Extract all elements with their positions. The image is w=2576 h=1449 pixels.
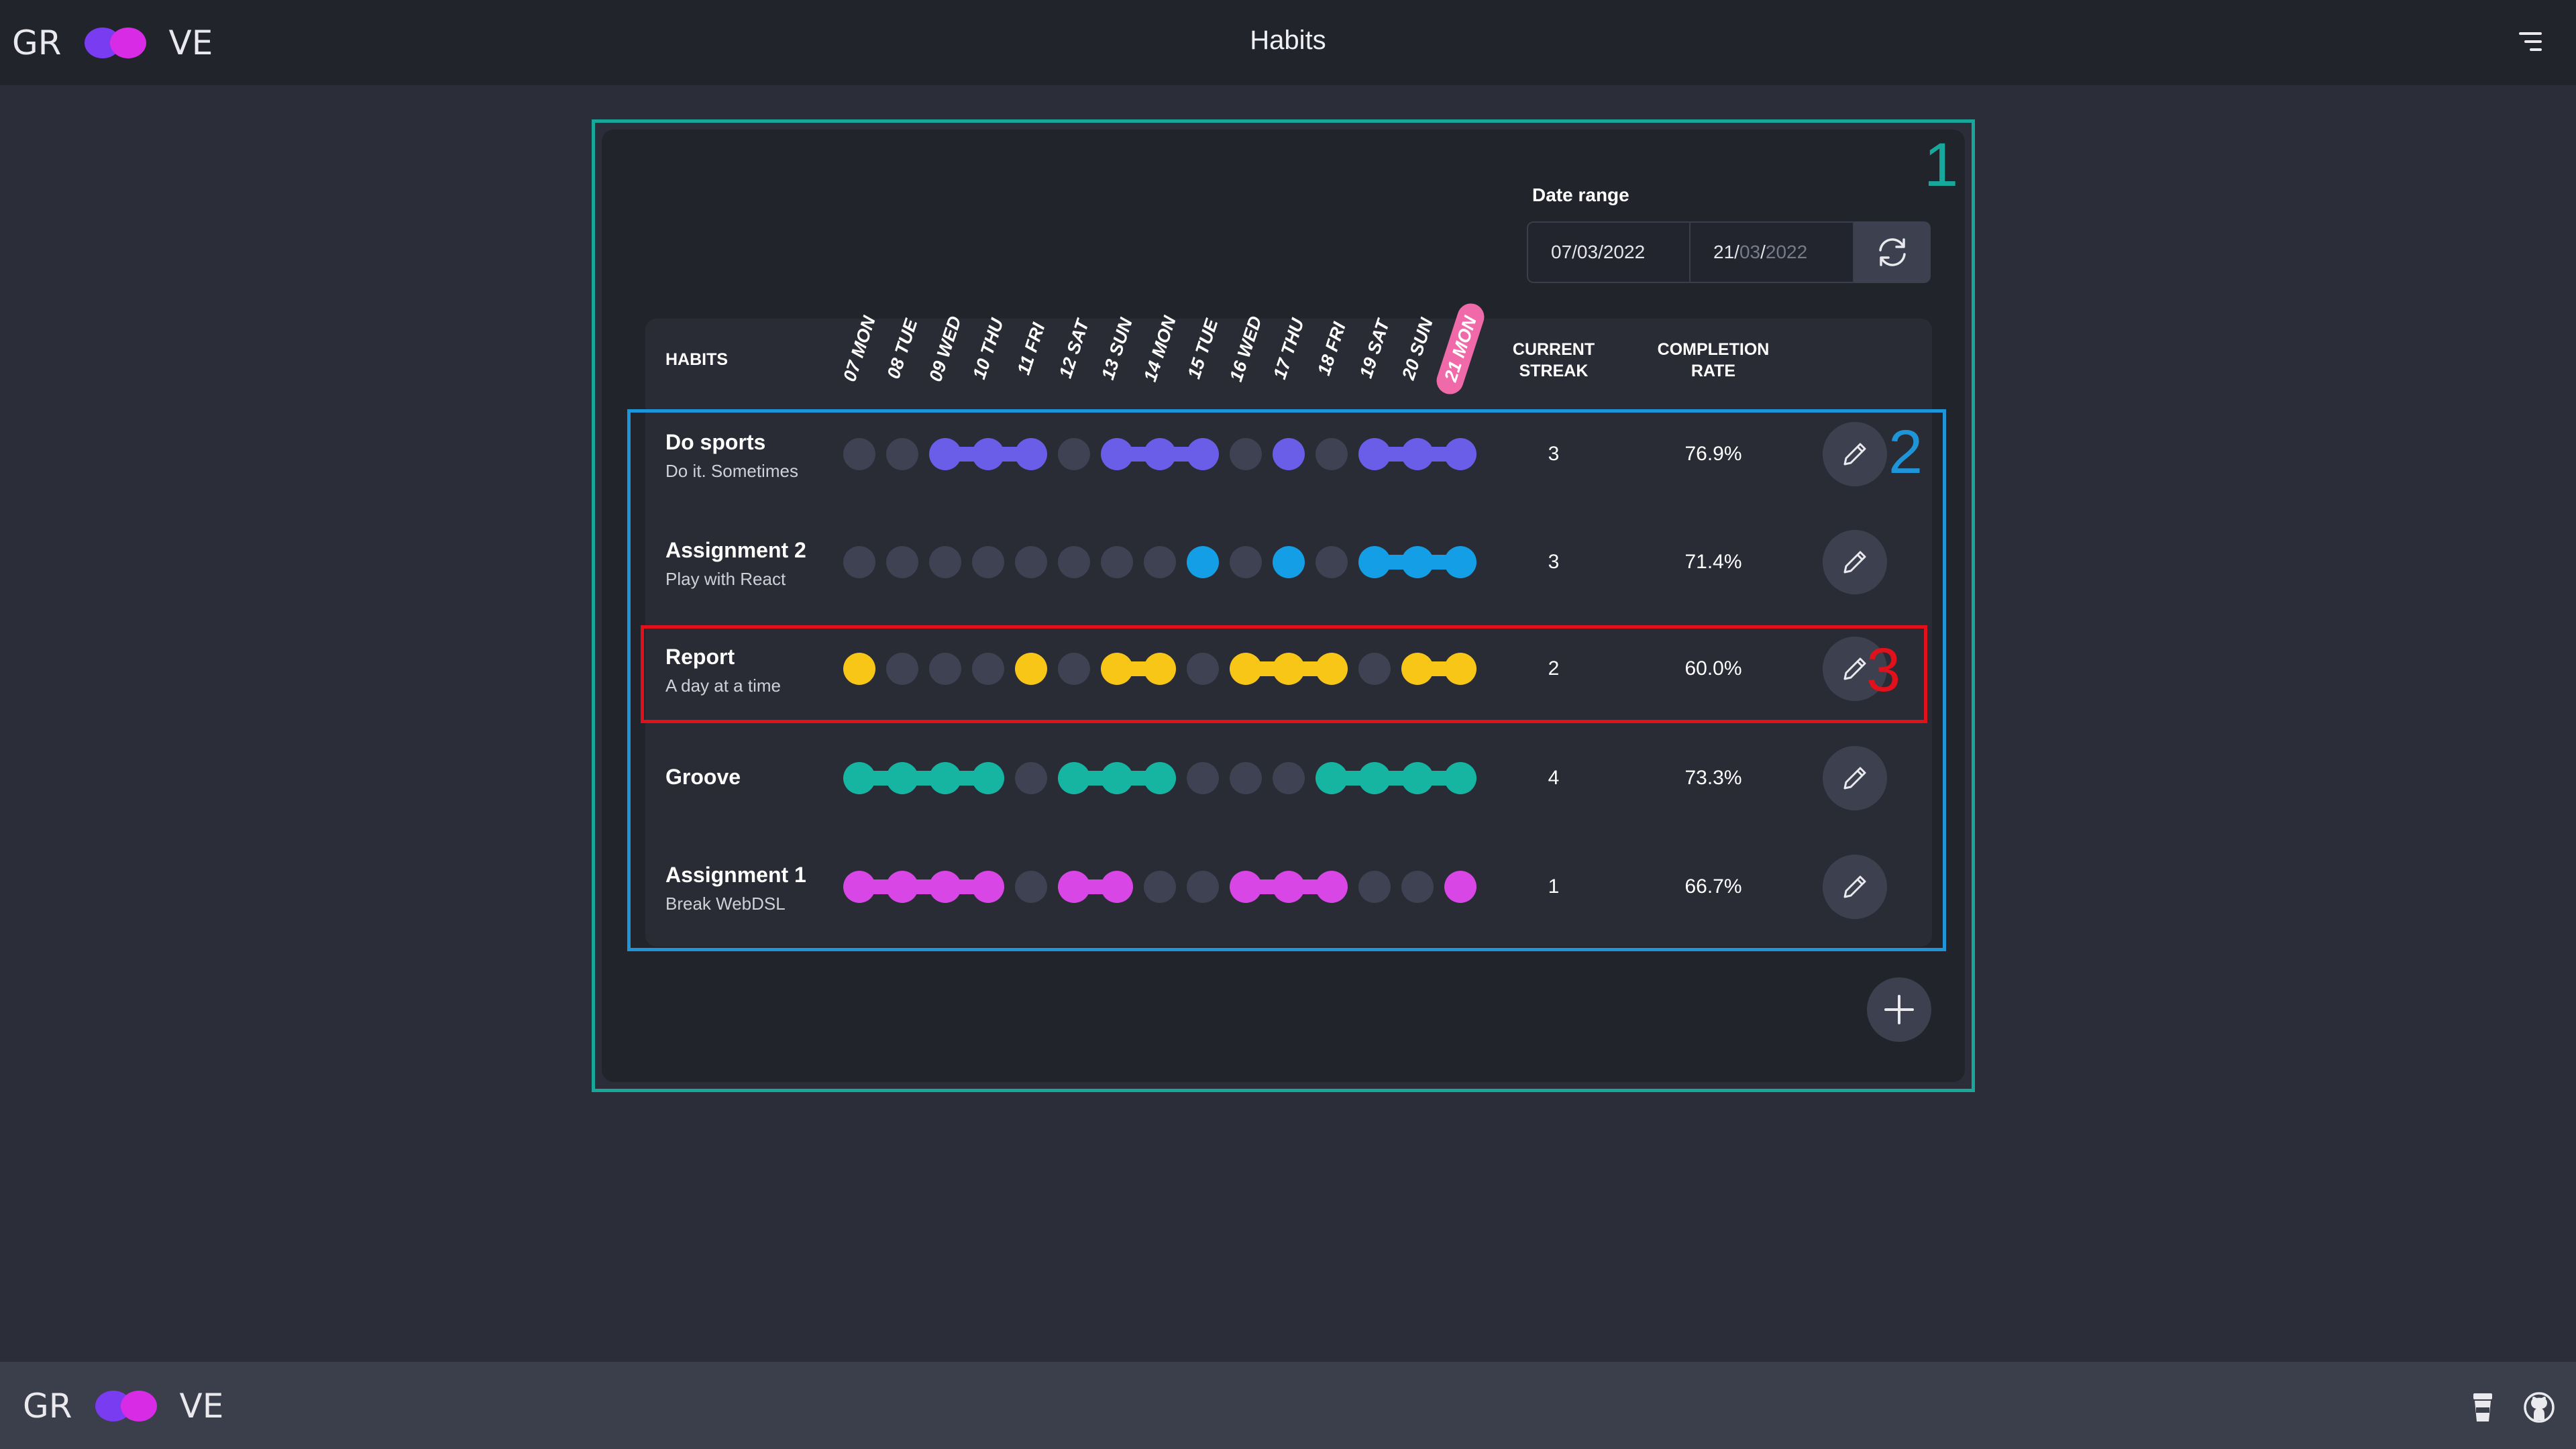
footer-bar (0, 1362, 2576, 1449)
habits-column-header: HABITS (665, 350, 729, 369)
annotation-label-1: 1 (1924, 131, 1959, 199)
refresh-button[interactable] (1854, 221, 1931, 283)
logo-mark (95, 1391, 157, 1421)
page-title: Habits (1250, 25, 1326, 55)
date-range-label: Date range (1532, 184, 1629, 205)
cup-icon[interactable] (2473, 1393, 2493, 1422)
date-range-end-input[interactable]: 21/03/2022 (1689, 221, 1854, 283)
completion-rate-header: COMPLETION RATE (1657, 340, 1770, 380)
refresh-icon (1879, 238, 1906, 266)
current-streak-header: CURRENT STREAK (1512, 340, 1595, 380)
annotation-label-2: 2 (1888, 418, 1923, 486)
plus-icon (1884, 995, 1914, 1024)
footer-logo[interactable]: GR VE (23, 1386, 246, 1426)
add-habit-button[interactable] (1867, 977, 1931, 1042)
date-range-start-input[interactable]: 07/03/2022 (1527, 221, 1690, 283)
menu-icon[interactable] (2519, 32, 2542, 52)
github-icon[interactable] (2524, 1392, 2555, 1423)
annotation-label-3: 3 (1866, 636, 1901, 704)
annotation-box-3 (641, 625, 1927, 723)
